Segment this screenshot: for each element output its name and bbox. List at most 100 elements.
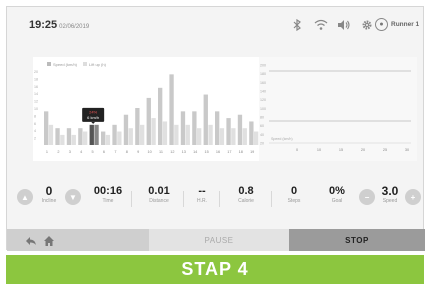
- incline-down-button[interactable]: ▼: [65, 189, 81, 205]
- incline-metric: 0 Incline: [35, 185, 63, 204]
- y-tick-label: 6: [34, 122, 36, 126]
- treadmill-screen: 19:25 02/06/2019 ● Runner 1 Speed (km/h) L…: [6, 6, 425, 251]
- bar: [231, 128, 236, 145]
- incline-up-button[interactable]: ▲: [17, 189, 33, 205]
- bar-chart: Speed (km/h) Lift up (h)20181614121086421…: [34, 62, 270, 154]
- bar: [139, 124, 145, 145]
- controls-row: ▲ 0 Incline ▼ 00:16 Time 0.01 Distance -…: [7, 177, 423, 215]
- x-tick-label: 13: [182, 150, 186, 154]
- bar: [203, 94, 208, 145]
- legend-swatch: [83, 62, 87, 66]
- divider: [183, 191, 184, 207]
- legend-label: Lift up (h): [89, 62, 107, 67]
- bar: [208, 124, 213, 145]
- home-icon[interactable]: [43, 234, 55, 246]
- speed-up-button[interactable]: +: [405, 189, 421, 205]
- x-tick-label: 12: [170, 150, 174, 154]
- x-tick-label: 3: [69, 150, 71, 154]
- incline-value: 0: [45, 184, 53, 198]
- y-tick-label: 8: [34, 114, 36, 118]
- speed-metric: 3.0 Speed: [376, 185, 404, 204]
- volume-icon[interactable]: [337, 19, 351, 31]
- bar: [174, 124, 179, 145]
- y-tick-label: 160: [260, 81, 266, 85]
- y-tick-label: 14: [34, 92, 38, 96]
- steps-value: 0: [290, 185, 298, 197]
- time-value: 00:16: [93, 185, 123, 197]
- x-tick-label: 15: [339, 148, 343, 152]
- bar: [101, 131, 106, 145]
- x-tick-label: 16: [216, 150, 220, 154]
- bar: [192, 111, 197, 145]
- bar: [128, 128, 133, 145]
- goal-metric: 0% Goal: [321, 185, 353, 204]
- clock: 19:25 02/06/2019: [29, 19, 89, 31]
- user-icon: ●: [375, 18, 388, 31]
- step-banner-text: STAP 4: [181, 259, 249, 279]
- bar: [249, 121, 254, 145]
- bar: [146, 97, 151, 145]
- y-tick-label: 20: [260, 142, 264, 146]
- goal-label: Goal: [331, 198, 343, 204]
- calorie-metric: 0.8 Calorie: [227, 185, 265, 204]
- steps-label: Steps: [287, 198, 301, 204]
- y-tick-label: 200: [260, 64, 266, 68]
- step-banner: STAP 4: [6, 255, 424, 284]
- time-metric: 00:16 Time: [89, 185, 127, 204]
- gear-icon[interactable]: [360, 19, 374, 31]
- bar: [89, 124, 94, 145]
- bar: [105, 134, 111, 145]
- bar: [94, 124, 99, 145]
- bar: [117, 131, 122, 145]
- x-tick-label: 2: [57, 150, 59, 154]
- y-tick-label: 18: [34, 77, 38, 81]
- incline-label: Incline: [41, 198, 57, 204]
- tooltip-line-2: 6 km/h: [87, 115, 99, 120]
- x-tick-label: 4: [80, 150, 82, 154]
- steps-metric: 0 Steps: [279, 185, 309, 204]
- x-tick-label: 15: [204, 150, 208, 154]
- stop-button[interactable]: STOP: [289, 229, 425, 251]
- y-tick-label: 4: [34, 129, 36, 133]
- status-bar: 19:25 02/06/2019 ● Runner 1: [7, 7, 423, 37]
- bar: [112, 124, 117, 145]
- x-tick-label: 18: [239, 150, 243, 154]
- wifi-icon[interactable]: [314, 19, 328, 31]
- runner-profile[interactable]: ● Runner 1: [375, 18, 419, 31]
- x-tick-label: 20: [361, 148, 365, 152]
- y-tick-label: 180: [260, 72, 266, 76]
- hr-label: H.R.: [197, 198, 207, 204]
- bar: [253, 131, 259, 145]
- x-tick-label: 7: [114, 150, 116, 154]
- bar: [226, 118, 231, 145]
- bar: [78, 128, 83, 145]
- bar: [71, 134, 76, 145]
- bar: [215, 111, 220, 145]
- x-tick-label: 10: [147, 150, 151, 154]
- back-icon[interactable]: [25, 234, 37, 246]
- y-tick-label: 12: [34, 100, 38, 104]
- bar: [237, 114, 243, 145]
- bluetooth-icon[interactable]: [290, 19, 304, 31]
- y-tick-label: 140: [260, 90, 266, 94]
- y-tick-label: 2: [34, 137, 36, 141]
- hr-value: --: [198, 185, 206, 197]
- speed-down-button[interactable]: −: [359, 189, 375, 205]
- y-tick-label: 10: [34, 107, 38, 111]
- distance-label: Distance: [149, 198, 169, 204]
- distance-metric: 0.01 Distance: [139, 185, 179, 204]
- bar: [219, 128, 225, 145]
- bar: [242, 128, 247, 145]
- speed-value: 3.0: [381, 184, 399, 198]
- bar-chart-panel: Speed (km/h) Lift up (h) 20 18 16 14 12 10 8 6 4 2 1…: [33, 57, 277, 161]
- bar: [48, 124, 54, 145]
- y-tick-label: 16: [34, 85, 38, 89]
- bar: [82, 131, 88, 145]
- pause-button[interactable]: PAUSE: [149, 229, 289, 251]
- y-tick-label: 60: [260, 124, 264, 128]
- tooltip-pointer: [91, 121, 96, 124]
- goal-value: 0%: [329, 185, 345, 197]
- bar: [44, 111, 49, 145]
- tooltip-line-1: 24%: [89, 109, 97, 114]
- nav-area: [7, 229, 149, 251]
